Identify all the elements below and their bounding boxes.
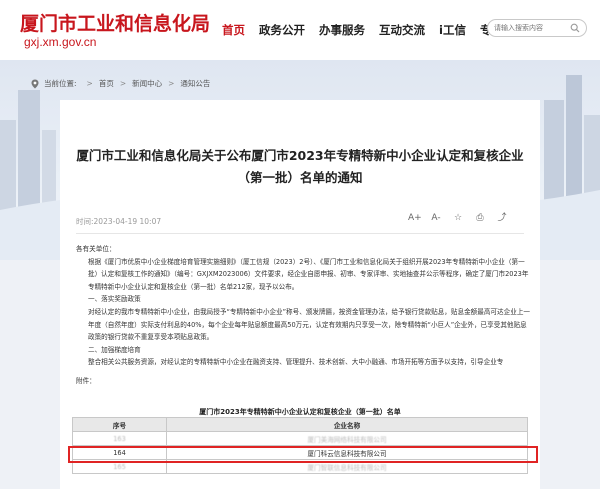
breadcrumb-separator: > — [168, 79, 175, 88]
breadcrumb-separator: > — [119, 79, 127, 88]
body-paragraph: 整合相关公共服务资源，对经认定的专精特新中小企业在融资支持、管理提升、技术创新、… — [88, 358, 504, 367]
column-header-name: 企业名称 — [166, 417, 528, 432]
section-heading: 一、落实奖励政策 — [88, 295, 141, 304]
breadcrumb: 当前位置: > 首页 > 新闻中心 > 通知公告 — [30, 78, 210, 89]
share-icon[interactable]: ⤴ — [496, 212, 508, 224]
favorite-icon[interactable]: ☆ — [452, 212, 464, 224]
nav-services[interactable]: 办事服务 — [319, 22, 365, 38]
article-tools: A+ A- ☆ ⎙ ⤴ — [408, 212, 518, 224]
nav-igongxin[interactable]: i工信 — [439, 22, 466, 38]
publish-time: 时间:2023-04-19 10:07 — [76, 217, 162, 226]
nav-interaction[interactable]: 互动交流 — [379, 22, 425, 38]
search-input[interactable] — [494, 24, 566, 32]
breadcrumb-news[interactable]: 新闻中心 — [132, 78, 162, 89]
breadcrumb-separator: > — [86, 79, 93, 88]
site-header: 厦门市工业和信息化局 gxj.xm.gov.cn 首页 政务公开 办事服务 互动… — [0, 0, 600, 60]
font-increase-icon[interactable]: A+ — [408, 212, 422, 224]
section-heading: 二、加强梯度培育 — [88, 345, 141, 354]
table-row: 163 厦门美海网络科技有限公司 — [72, 431, 528, 446]
company-name: 厦门美海网络科技有限公司 — [166, 431, 528, 446]
search-box — [487, 19, 587, 37]
salutation: 各有关单位： — [76, 245, 116, 253]
attachment-label: 附件： — [76, 376, 96, 385]
table-title: 厦门市2023年专精特新中小企业认定和复核企业（第一批）名单 — [199, 408, 401, 416]
column-header-no: 序号 — [72, 417, 167, 432]
article-title-line2: （第一批）名单的通知 — [237, 170, 363, 185]
body-paragraph: 对经认定的我市专精特新中小企业，由我局授予“专精特新中小企业”称号、颁发牌匾，按… — [88, 307, 531, 342]
site-domain: gxj.xm.gov.cn — [24, 35, 97, 49]
row-number: 163 — [72, 431, 167, 446]
nav-home[interactable]: 首页 — [222, 22, 245, 38]
article-card: 厦门市工业和信息化局关于公布厦门市2023年专精特新中小企业认定和复核企业 （第… — [60, 100, 540, 489]
location-pin-icon — [31, 79, 39, 88]
body-paragraph: 根据《厦门市优质中小企业梯度培育管理实施细则》（厦工信规（2023）2号）、《厦… — [88, 257, 529, 291]
article-title: 厦门市工业和信息化局关于公布厦门市2023年专精特新中小企业认定和复核企业 （第… — [60, 145, 540, 189]
font-decrease-icon[interactable]: A- — [430, 212, 442, 224]
highlight-box — [68, 446, 538, 463]
nav-gov-affairs[interactable]: 政务公开 — [259, 22, 305, 38]
breadcrumb-label: 当前位置: — [44, 79, 77, 88]
site-logo-title[interactable]: 厦门市工业和信息化局 — [20, 9, 210, 36]
breadcrumb-home[interactable]: 首页 — [99, 78, 114, 89]
article-body: 各有关单位： 根据《厦门市优质中小企业梯度培育管理实施细则》（厦工信规（2023… — [76, 243, 532, 388]
article-title-line1: 厦门市工业和信息化局关于公布厦门市2023年专精特新中小企业认定和复核企业 — [76, 148, 524, 163]
print-icon[interactable]: ⎙ — [474, 212, 486, 224]
search-icon[interactable] — [570, 23, 580, 33]
title-divider — [76, 233, 524, 234]
table-header-row: 序号 企业名称 — [72, 417, 528, 432]
breadcrumb-notices[interactable]: 通知公告 — [180, 78, 210, 89]
